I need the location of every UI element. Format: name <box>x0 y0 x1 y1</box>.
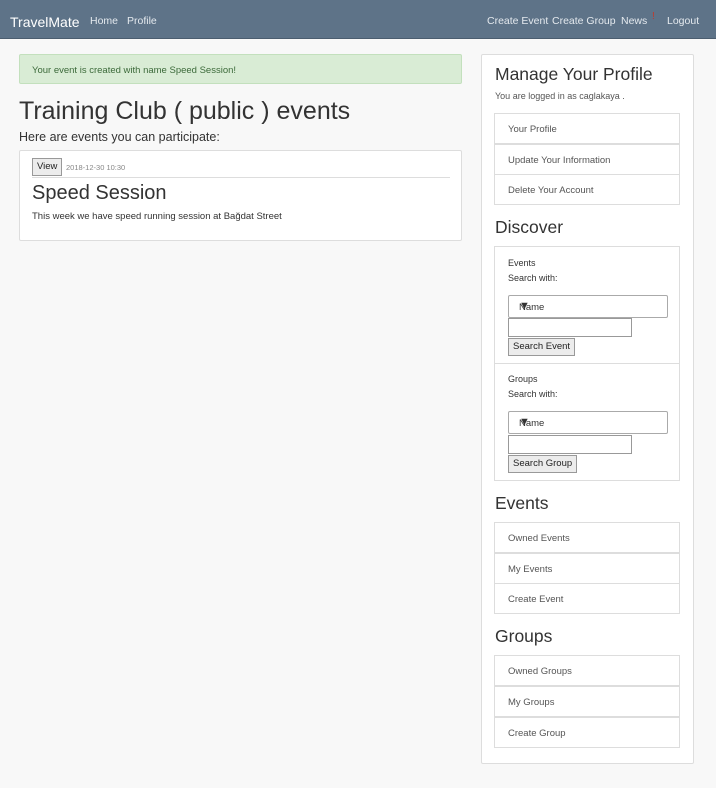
groups-search-with-label: Search with: <box>508 389 558 399</box>
event-date: 2018-12-30 10:30 <box>66 163 126 172</box>
groups-search-select[interactable]: Name ▼ <box>508 411 668 434</box>
sidebar-item-label: Owned Events <box>508 533 570 544</box>
alert-message: Your event is created with name Speed Se… <box>32 65 237 76</box>
sidebar-item-label: Create Event <box>508 594 564 605</box>
search-group-button[interactable]: Search Group <box>508 455 578 473</box>
navbar: TravelMate Home Profile Create Event Cre… <box>0 0 716 39</box>
divider <box>32 177 450 178</box>
event-card: View 2018-12-30 10:30 Speed Session This… <box>19 150 462 241</box>
view-event-button[interactable]: View <box>32 158 63 176</box>
sidebar-item-owned-groups[interactable]: Owned Groups <box>494 655 680 686</box>
sidebar-item-my-events[interactable]: My Events <box>494 553 680 584</box>
sidebar-item-label: Update Your Information <box>508 155 611 166</box>
sidebar-item-label: Your Profile <box>508 124 557 135</box>
discover-search-box: Events Search with: Name ▼ Search Event … <box>494 246 680 481</box>
sidebar-item-label: Delete Your Account <box>508 185 594 196</box>
events-heading: Events <box>495 493 549 513</box>
nav-create-event-link[interactable]: Create Event <box>487 15 548 27</box>
nav-logout-link[interactable]: Logout <box>667 15 699 27</box>
page-subtitle: Here are events you can participate: <box>19 130 220 144</box>
chevron-down-icon: ▼ <box>519 416 530 428</box>
event-description: This week we have speed running session … <box>32 211 282 222</box>
events-search-select[interactable]: Name ▼ <box>508 295 668 318</box>
sidebar-item-create-event[interactable]: Create Event <box>494 583 680 614</box>
divider <box>495 363 679 364</box>
nav-home-link[interactable]: Home <box>90 15 118 27</box>
sidebar-item-label: Owned Groups <box>508 666 572 677</box>
groups-search-label: Groups <box>508 374 538 384</box>
sidebar-item-owned-events[interactable]: Owned Events <box>494 522 680 553</box>
sidebar-item-label: My Events <box>508 564 553 575</box>
events-search-input[interactable] <box>508 318 632 337</box>
events-search-label: Events <box>508 258 536 268</box>
sidebar-item-create-group[interactable]: Create Group <box>494 717 680 748</box>
sidebar: Manage Your Profile You are logged in as… <box>481 54 694 764</box>
nav-profile-link[interactable]: Profile <box>127 15 157 27</box>
chevron-down-icon: ▼ <box>519 300 530 312</box>
news-notification-icon: ! <box>652 11 655 22</box>
manage-profile-heading: Manage Your Profile <box>495 64 653 84</box>
brand-logo[interactable]: TravelMate <box>10 14 80 30</box>
sidebar-item-delete-account[interactable]: Delete Your Account <box>494 174 680 205</box>
sidebar-item-my-groups[interactable]: My Groups <box>494 686 680 717</box>
logged-in-text: You are logged in as caglakaya . <box>495 91 625 101</box>
groups-heading: Groups <box>495 626 553 646</box>
nav-news-link[interactable]: News <box>621 15 647 27</box>
sidebar-item-update-information[interactable]: Update Your Information <box>494 144 680 175</box>
discover-heading: Discover <box>495 217 564 237</box>
event-name: Speed Session <box>32 182 167 204</box>
events-search-with-label: Search with: <box>508 273 558 283</box>
groups-search-input[interactable] <box>508 435 632 454</box>
search-event-button[interactable]: Search Event <box>508 338 576 356</box>
sidebar-item-label: Create Group <box>508 728 566 739</box>
sidebar-item-your-profile[interactable]: Your Profile <box>494 113 680 144</box>
page-title: Training Club ( public ) events <box>19 97 351 125</box>
nav-create-group-link[interactable]: Create Group <box>552 15 616 27</box>
sidebar-item-label: My Groups <box>508 697 555 708</box>
success-alert: Your event is created with name Speed Se… <box>19 54 462 84</box>
